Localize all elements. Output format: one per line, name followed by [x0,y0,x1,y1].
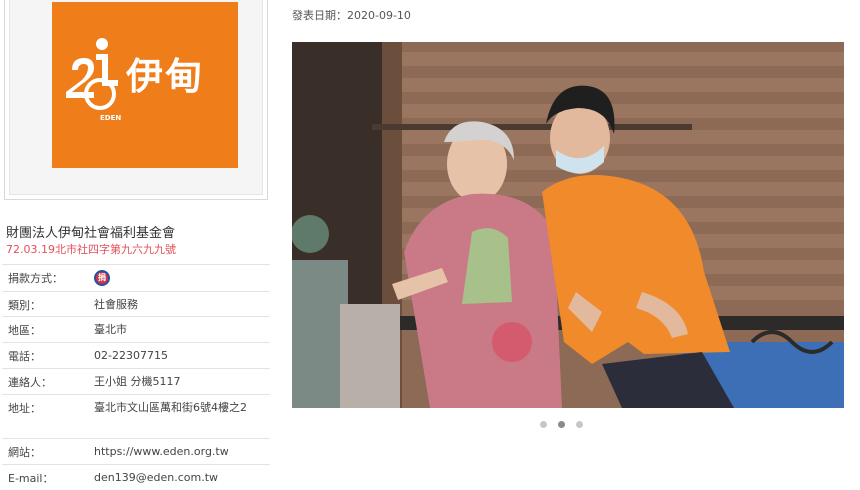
donation-badge-icon[interactable]: 捐 [94,270,110,286]
info-value: 臺北市文山區萬和街6號4樓之2 [94,401,247,414]
info-value: 王小姐 分機5117 [94,375,181,388]
carousel-dot-1[interactable] [540,421,547,428]
org-info-table: 捐款方式： 捐 類別： 社會服務 地區： 臺北市 電話： 02-22307715… [2,264,270,490]
info-key: 類別： [8,299,41,312]
website-link[interactable]: https://www.eden.org.tw [84,439,270,459]
info-row-category: 類別： 社會服務 [2,291,270,316]
info-key: 連絡人： [8,376,52,389]
info-value: 02-22307715 [94,349,168,362]
logo-sub-text: EDEN [100,114,122,122]
logo-frame: 伊甸 EDEN [9,0,263,195]
logo-brand-text: 伊甸 [126,55,204,98]
eden-logo: 伊甸 EDEN [52,2,238,168]
info-row-address: 地址： 臺北市文山區萬和街6號4樓之2 [2,394,270,438]
carousel-dot-3[interactable] [576,421,583,428]
info-key: 電話： [8,350,41,363]
article-photo-image [292,42,844,408]
info-row-phone: 電話： 02-22307715 [2,342,270,368]
info-value: 社會服務 [94,298,138,311]
org-registration: 72.03.19北市社四字第九六九九號 [6,243,176,256]
info-row-donation: 捐款方式： 捐 [2,264,270,291]
publish-date-label: 發表日期： [292,9,347,22]
org-name: 財團法人伊甸社會福利基金會 [6,226,176,241]
carousel-dot-2[interactable] [558,421,565,428]
email-link[interactable]: den139@eden.com.tw [84,465,270,485]
carousel-indicators [540,421,583,428]
org-logo-card: 伊甸 EDEN [4,0,268,200]
info-key: E-mail： [8,472,54,485]
info-row-website: 網站： https://www.eden.org.tw [2,438,270,464]
info-key: 網站： [8,446,41,459]
info-row-email: E-mail： den139@eden.com.tw [2,464,270,490]
publish-date-value: 2020-09-10 [347,9,411,22]
publish-date: 發表日期：2020-09-10 [292,7,411,23]
info-value: 臺北市 [94,323,127,336]
info-key: 捐款方式： [8,272,63,285]
info-key: 地址： [8,402,41,415]
info-row-region: 地區： 臺北市 [2,316,270,342]
info-key: 地區： [8,324,41,337]
article-photo[interactable] [292,42,844,408]
info-row-contact: 連絡人： 王小姐 分機5117 [2,368,270,394]
wheelchair-person-icon [66,38,118,110]
